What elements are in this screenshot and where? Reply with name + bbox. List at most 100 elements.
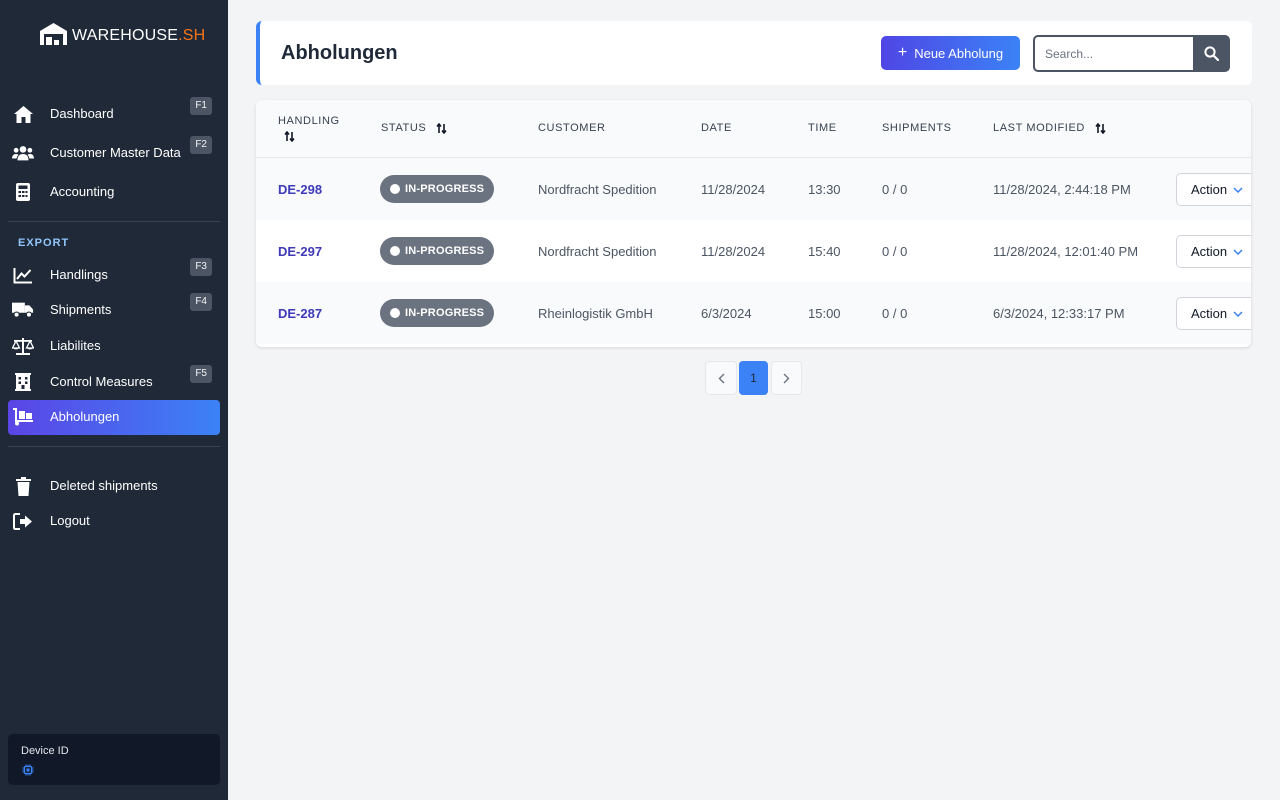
sidebar-item-label: Handlings bbox=[50, 267, 108, 282]
action-label: Action bbox=[1191, 244, 1228, 259]
abholungen-table: HANDLING STATUS CUSTOMER DATE TIME SHIPM… bbox=[256, 100, 1251, 347]
chevron-down-icon bbox=[1233, 248, 1243, 255]
status-dot-icon bbox=[390, 184, 400, 194]
sidebar-divider bbox=[8, 446, 220, 447]
column-header-customer: CUSTOMER bbox=[538, 122, 606, 134]
status-label: IN-PROGRESS bbox=[405, 183, 485, 195]
time-cell: 15:40 bbox=[808, 244, 841, 259]
sidebar-item-label: Deleted shipments bbox=[50, 478, 158, 493]
shortcut-badge: F5 bbox=[190, 365, 212, 383]
new-abholung-button[interactable]: + Neue Abholung bbox=[881, 36, 1020, 70]
scale-icon bbox=[12, 335, 34, 357]
users-icon bbox=[12, 142, 34, 164]
shipments-cell: 0 / 0 bbox=[882, 306, 908, 321]
action-dropdown[interactable]: Action bbox=[1176, 297, 1251, 330]
table-row: DE-287 IN-PROGRESS Rheinlogistik GmbH 6/… bbox=[256, 282, 1251, 344]
sidebar-item-customer-master-data[interactable]: Customer Master Data F2 bbox=[8, 136, 220, 170]
sidebar-item-abholungen[interactable]: Abholungen bbox=[8, 400, 220, 435]
logout-icon bbox=[12, 510, 34, 532]
chevron-left-icon bbox=[718, 373, 724, 383]
date-cell: 11/28/2024 bbox=[701, 244, 766, 259]
sidebar-item-dashboard[interactable]: Dashboard F1 bbox=[8, 97, 220, 131]
home-icon bbox=[12, 103, 34, 125]
sidebar-item-label: Customer Master Data bbox=[50, 145, 181, 160]
action-dropdown[interactable]: Action bbox=[1176, 173, 1251, 206]
chip-icon bbox=[22, 763, 34, 781]
building-icon bbox=[12, 371, 34, 393]
device-id-panel: Device ID bbox=[8, 734, 220, 785]
sidebar: WAREHOUSE.SH Dashboard F1 Customer Maste… bbox=[0, 0, 228, 800]
column-header-last-modified[interactable]: LAST MODIFIED bbox=[993, 122, 1106, 134]
sidebar-item-label: Accounting bbox=[50, 184, 115, 199]
column-label: STATUS bbox=[381, 122, 427, 134]
last-modified-cell: 11/28/2024, 2:44:18 PM bbox=[993, 182, 1131, 197]
column-label: HANDLING bbox=[278, 115, 340, 127]
device-id-label: Device ID bbox=[21, 745, 69, 757]
search-input[interactable] bbox=[1033, 35, 1195, 72]
sidebar-item-label: Control Measures bbox=[50, 374, 153, 389]
sidebar-item-deleted-shipments[interactable]: Deleted shipments bbox=[8, 469, 220, 503]
calculator-icon bbox=[12, 181, 34, 203]
sidebar-item-label: Logout bbox=[50, 513, 90, 528]
sort-icon[interactable] bbox=[284, 130, 295, 142]
date-cell: 11/28/2024 bbox=[701, 182, 766, 197]
column-label: LAST MODIFIED bbox=[993, 122, 1085, 134]
sort-icon[interactable] bbox=[1094, 122, 1106, 134]
sidebar-item-label: Abholungen bbox=[50, 409, 120, 424]
page-header: Abholungen + Neue Abholung bbox=[256, 21, 1252, 85]
dolly-icon bbox=[12, 406, 34, 428]
status-badge: IN-PROGRESS bbox=[380, 175, 494, 203]
chart-line-icon bbox=[12, 264, 34, 286]
time-cell: 13:30 bbox=[808, 182, 841, 197]
sidebar-item-accounting[interactable]: Accounting bbox=[8, 175, 220, 209]
handling-link[interactable]: DE-297 bbox=[278, 244, 322, 259]
sidebar-item-control-measures[interactable]: Control Measures F5 bbox=[8, 365, 220, 399]
brand-logo[interactable]: WAREHOUSE.SH bbox=[39, 22, 205, 46]
chevron-down-icon bbox=[1233, 186, 1243, 193]
chevron-down-icon bbox=[1233, 310, 1243, 317]
sort-icon[interactable] bbox=[436, 122, 447, 134]
shortcut-badge: F4 bbox=[190, 293, 212, 311]
customer-cell: Rheinlogistik GmbH bbox=[538, 306, 653, 321]
chevron-right-icon bbox=[783, 373, 790, 383]
shortcut-badge: F3 bbox=[190, 258, 212, 276]
column-header-time: TIME bbox=[808, 122, 837, 134]
sidebar-divider bbox=[8, 221, 220, 222]
section-label-export: EXPORT bbox=[18, 237, 70, 249]
customer-cell: Nordfracht Spedition bbox=[538, 182, 657, 197]
sidebar-item-label: Liabilites bbox=[50, 338, 101, 353]
sidebar-item-label: Dashboard bbox=[50, 106, 114, 121]
pagination-next-button[interactable] bbox=[771, 361, 802, 395]
column-header-status[interactable]: STATUS bbox=[381, 122, 447, 134]
action-label: Action bbox=[1191, 182, 1228, 197]
status-dot-icon bbox=[390, 246, 400, 256]
trash-icon bbox=[12, 475, 34, 497]
handling-link[interactable]: DE-298 bbox=[278, 182, 322, 197]
customer-cell: Nordfracht Spedition bbox=[538, 244, 657, 259]
action-dropdown[interactable]: Action bbox=[1176, 235, 1251, 268]
pagination-prev-button[interactable] bbox=[705, 361, 737, 395]
sidebar-item-liabilites[interactable]: Liabilites bbox=[8, 329, 220, 363]
search-button[interactable] bbox=[1193, 35, 1230, 72]
sidebar-item-handlings[interactable]: Handlings F3 bbox=[8, 258, 220, 292]
sidebar-item-logout[interactable]: Logout bbox=[8, 504, 220, 538]
sidebar-item-label: Shipments bbox=[50, 302, 112, 317]
column-header-date: DATE bbox=[701, 122, 732, 134]
column-header-handling[interactable]: HANDLING bbox=[278, 115, 340, 142]
page-title: Abholungen bbox=[281, 42, 398, 64]
column-header-shipments: SHIPMENTS bbox=[882, 122, 952, 134]
table-row: DE-297 IN-PROGRESS Nordfracht Spedition … bbox=[256, 220, 1251, 282]
last-modified-cell: 6/3/2024, 12:33:17 PM bbox=[993, 306, 1125, 321]
status-badge: IN-PROGRESS bbox=[380, 299, 494, 327]
pagination-page-current[interactable]: 1 bbox=[739, 361, 768, 395]
status-badge: IN-PROGRESS bbox=[380, 237, 494, 265]
table-header: HANDLING STATUS CUSTOMER DATE TIME SHIPM… bbox=[256, 100, 1251, 158]
handling-link[interactable]: DE-287 bbox=[278, 306, 322, 321]
status-dot-icon bbox=[390, 308, 400, 318]
shortcut-badge: F2 bbox=[190, 136, 212, 154]
status-label: IN-PROGRESS bbox=[405, 307, 485, 319]
sidebar-item-shipments[interactable]: Shipments F4 bbox=[8, 293, 220, 327]
plus-icon: + bbox=[897, 44, 908, 61]
last-modified-cell: 11/28/2024, 12:01:40 PM bbox=[993, 244, 1139, 259]
date-cell: 6/3/2024 bbox=[701, 306, 752, 321]
